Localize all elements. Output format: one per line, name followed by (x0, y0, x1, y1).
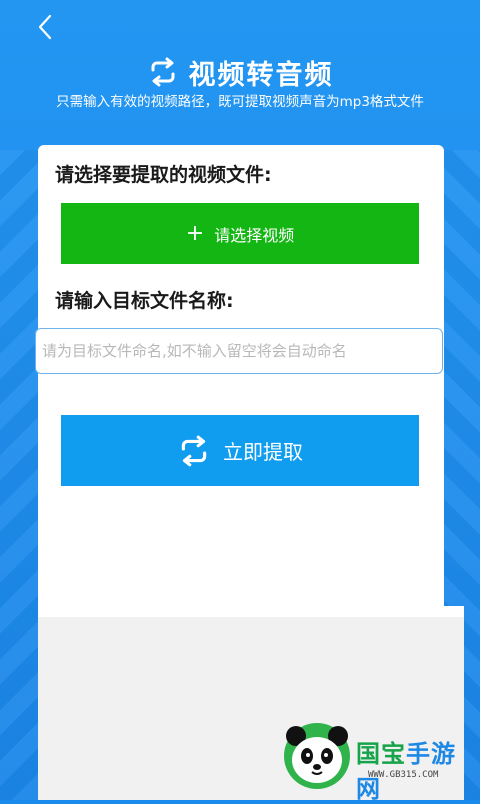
page-subtitle: 只需输入有效的视频路径，既可提取视频声音为mp3格式文件 (56, 94, 424, 110)
background-stripes-left (0, 150, 40, 800)
refresh-arrows-icon (151, 57, 174, 87)
form-card-edge (38, 606, 464, 617)
refresh-arrows-icon (181, 435, 207, 466)
chevron-left-icon (38, 14, 52, 40)
plus-icon: + (185, 220, 205, 246)
page-title: 视频转音频 (188, 59, 334, 91)
extract-button-label: 立即提取 (223, 440, 303, 464)
watermark-brand-a: 国宝 (356, 740, 406, 768)
select-video-label: 请选择要提取的视频文件: (55, 164, 272, 186)
back-button[interactable] (30, 10, 60, 44)
watermark-url: WWW.GB315.COM (368, 770, 439, 780)
watermark: 国宝手游网 WWW.GB315.COM (276, 718, 476, 803)
filename-label: 请输入目标文件名称: (55, 290, 234, 312)
page-header: 视频转音频 (0, 52, 480, 92)
watermark-brand: 国宝手游网 (356, 734, 476, 804)
select-video-button-label: 请选择视频 (214, 225, 295, 245)
filename-input[interactable] (35, 328, 443, 374)
extract-button[interactable]: 立即提取 (61, 415, 419, 486)
select-video-button[interactable]: + 请选择视频 (61, 203, 419, 264)
panda-logo-icon (284, 723, 350, 789)
